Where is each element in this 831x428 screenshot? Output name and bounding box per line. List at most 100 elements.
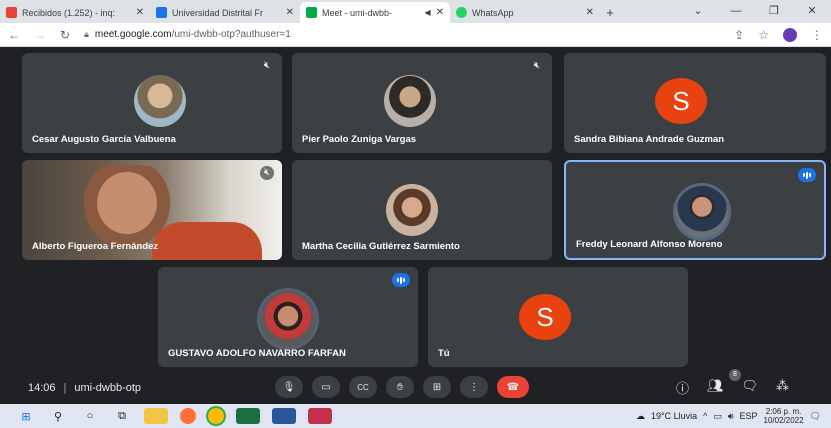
clock[interactable]: 2:06 p. m. 10/02/2022 [764,407,804,425]
tab-meet[interactable]: Meet - umi-dwbb- ◀ ✕ [300,2,450,23]
participant-tile[interactable]: 🔇︎ Alberto Figueroa Fernández [22,160,282,260]
present-screen-button[interactable]: ⊞ [423,376,451,398]
volume-icon[interactable]: 🔊︎ [728,411,734,422]
meeting-controls-bar: 14:06 | umi-dwbb-otp 🎙︎ ▭ CC ✋︎ ⊞ ⋮ ☎︎ ⓘ… [0,369,831,404]
participant-name: Tú [438,348,450,359]
tab-gmail[interactable]: Recibidos (1.252) - inq: ✕ [0,2,150,23]
weather-text[interactable]: 19°C Lluvia [651,411,697,421]
share-icon[interactable]: ⇪ [734,28,744,42]
camera-icon: ▭ [321,381,331,393]
mic-off-icon: 🔇︎ [260,59,274,73]
participant-name: Pier Paolo Zuniga Vargas [302,134,417,145]
participant-tile[interactable]: S Sandra Bibiana Andrade Guzman [564,53,826,153]
participant-name: Sandra Bibiana Andrade Guzman [574,134,725,145]
tab-universidad[interactable]: Universidad Distrital Fr ✕ [150,2,300,23]
meeting-details-icon[interactable]: ⓘ [676,378,689,397]
microphone-icon: 🎙︎ [282,381,296,393]
url-path: /umi-dwbb-otp?authuser=1 [171,29,291,40]
gmail-icon [6,7,17,18]
word-icon[interactable] [272,408,296,424]
network-icon[interactable]: ▭ [713,411,722,422]
speaker-icon: ◀ [424,8,431,17]
forward-icon[interactable]: → [34,28,46,42]
raise-hand-button[interactable]: ✋︎ [386,376,414,398]
participant-tile[interactable]: 🔇︎ Pier Paolo Zuniga Vargas [292,53,552,153]
tab-title: Meet - umi-dwbb- [322,7,393,18]
back-icon[interactable]: ← [8,28,20,42]
task-view-icon[interactable]: ⧉ [106,410,138,423]
maximize-button[interactable]: ❐ [755,0,793,23]
microphone-button[interactable]: 🎙︎ [275,376,303,398]
phone-hangup-icon: ☎︎ [506,381,520,393]
tray-chevron-icon[interactable]: ^ [703,411,707,421]
menu-dots-icon[interactable]: ⋮ [811,28,823,42]
participant-name: Freddy Leonard Alfonso Moreno [576,239,723,250]
chat-icon[interactable]: 🗨︎ [742,378,759,397]
meeting-code: umi-dwbb-otp [74,382,142,394]
tab-title: Universidad Distrital Fr [172,7,264,18]
captions-button[interactable]: CC [349,376,377,398]
meet-window: Recibidos (1.252) - inq: ✕ Universidad D… [0,0,831,428]
participant-photo [260,291,316,347]
close-tab-icon[interactable]: ✕ [286,7,294,18]
participant-tile[interactable]: GUSTAVO ADOLFO NAVARRO FARFAN [158,267,418,367]
participant-name: Cesar Augusto Garcia Valbuena [32,134,176,145]
whatsapp-icon [456,7,467,18]
tab-search-icon[interactable]: ⌄ [679,0,717,23]
participant-photo [384,75,436,127]
close-tab-icon[interactable]: ✕ [436,7,444,18]
reload-icon[interactable]: ↻ [60,28,70,42]
participant-photo [676,186,728,238]
activities-icon[interactable]: ⁂ [776,378,789,397]
captions-icon: CC [357,382,369,392]
language-indicator[interactable]: ESP [740,411,758,421]
participant-tile-active-speaker[interactable]: Freddy Leonard Alfonso Moreno [564,160,826,260]
notification-icon[interactable]: 🗨︎ [810,411,821,422]
search-icon[interactable]: ⚲ [42,410,74,423]
bookmark-star-icon[interactable]: ☆ [758,28,769,42]
close-tab-icon[interactable]: ✕ [136,7,144,18]
participant-tile[interactable]: Martha Cecilia Gutiérrez Sarmiento [292,160,552,260]
browser-tab-bar: Recibidos (1.252) - inq: ✕ Universidad D… [0,0,831,23]
weather-icon[interactable]: ☁︎ [636,411,645,422]
windows-start-icon[interactable]: ⊞ [10,410,42,423]
present-icon: ⊞ [432,381,442,393]
clock-date: 10/02/2022 [763,416,804,425]
tab-title: Recibidos (1.252) - inq: [22,7,116,18]
url-field[interactable]: 🔒︎ meet.google.com/umi-dwbb-otp?authuser… [84,29,720,40]
windows-taskbar: ⊞ ⚲ ○ ⧉ ☁︎ 19°C Lluvia ^ ▭ 🔊︎ ESP 2:06 p… [0,404,831,428]
lock-icon[interactable]: 🔒︎ [84,29,89,40]
participant-photo [386,184,438,236]
participant-shirt [152,222,262,260]
participant-name: GUSTAVO ADOLFO NAVARRO FARFAN [168,348,346,359]
participant-name: Alberto Figueroa Fernández [32,241,159,252]
participant-initial-avatar: S [655,78,707,124]
participant-count-badge: 8 [729,369,741,381]
camera-button[interactable]: ▭ [312,376,340,398]
divider: | [63,382,67,394]
people-icon[interactable]: 👥︎ [707,378,724,397]
speaking-indicator-icon [798,168,816,182]
firefox-icon[interactable] [180,408,196,424]
minimize-button[interactable]: — [717,0,755,23]
close-window-button[interactable]: ✕ [793,0,831,23]
excel-icon[interactable] [236,408,260,424]
participant-photo [134,75,186,127]
cortana-icon[interactable]: ○ [74,410,106,422]
participant-tile[interactable]: 🔇︎ Cesar Augusto Garcia Valbuena [22,53,282,153]
participant-name: Martha Cecilia Gutiérrez Sarmiento [302,241,460,252]
end-call-button[interactable]: ☎︎ [497,376,529,398]
app-icon[interactable] [308,408,332,424]
new-tab-button[interactable]: + [600,2,620,23]
url-host: meet.google.com [94,29,172,40]
more-options-button[interactable]: ⋮ [460,376,488,398]
self-tile[interactable]: S Tú [428,267,688,367]
address-bar: ← → ↻ 🔒︎ meet.google.com/umi-dwbb-otp?au… [0,23,831,47]
mic-off-icon: 🔇︎ [260,166,274,180]
file-explorer-icon[interactable] [144,408,168,424]
chrome-icon[interactable] [208,408,224,424]
tab-whatsapp[interactable]: WhatsApp ✕ [450,2,600,23]
profile-avatar[interactable] [783,27,797,42]
close-tab-icon[interactable]: ✕ [586,7,594,18]
speaking-indicator-icon [392,273,410,287]
